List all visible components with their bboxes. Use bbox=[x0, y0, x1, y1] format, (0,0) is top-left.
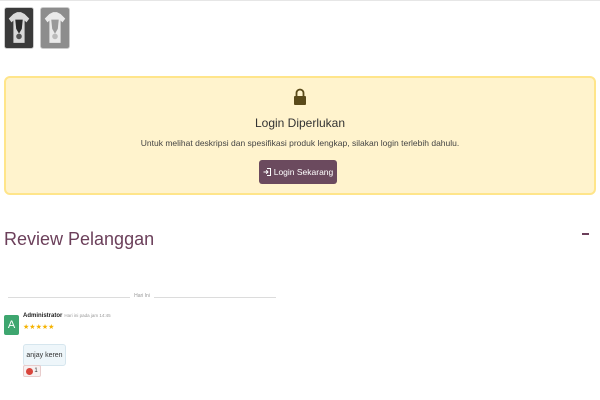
review-meta: Administrator Hari ini pada jam 14:45 bbox=[23, 313, 111, 319]
product-thumbnail-light[interactable] bbox=[40, 7, 70, 49]
day-divider: Hari Ini bbox=[8, 292, 276, 302]
product-thumbnail-dark[interactable] bbox=[4, 7, 34, 49]
minus-icon[interactable] bbox=[582, 233, 589, 235]
reviews-heading: Review Pelanggan bbox=[4, 229, 155, 249]
login-description: Untuk melihat deskripsi dan spesifikasi … bbox=[140, 138, 460, 148]
login-now-button[interactable]: Login Sekarang bbox=[259, 160, 337, 184]
sign-in-icon bbox=[263, 168, 271, 176]
reaction-badge[interactable]: 1 bbox=[23, 365, 41, 377]
top-divider bbox=[0, 0, 600, 1]
star-rating: ★ ★ ★ ★ ★ bbox=[23, 324, 54, 331]
review-author: Administrator bbox=[23, 313, 63, 319]
avatar: A bbox=[4, 315, 19, 335]
review-time: Hari ini pada jam 14:45 bbox=[64, 313, 111, 318]
day-label: Hari Ini bbox=[134, 293, 150, 299]
shirt-image-icon bbox=[41, 8, 69, 48]
shirt-image-icon bbox=[5, 8, 33, 48]
lock-icon bbox=[294, 88, 306, 105]
reaction-count: 1 bbox=[34, 368, 38, 374]
review-comment: anjay keren bbox=[23, 344, 66, 366]
login-button-label: Login Sekarang bbox=[273, 167, 334, 177]
product-gallery bbox=[4, 7, 70, 49]
login-required-notice: Login Diperlukan Untuk melihat deskripsi… bbox=[4, 76, 596, 195]
star-icon: ★ bbox=[48, 324, 55, 331]
login-title: Login Diperlukan bbox=[254, 116, 346, 130]
heart-reaction-icon bbox=[26, 367, 34, 375]
